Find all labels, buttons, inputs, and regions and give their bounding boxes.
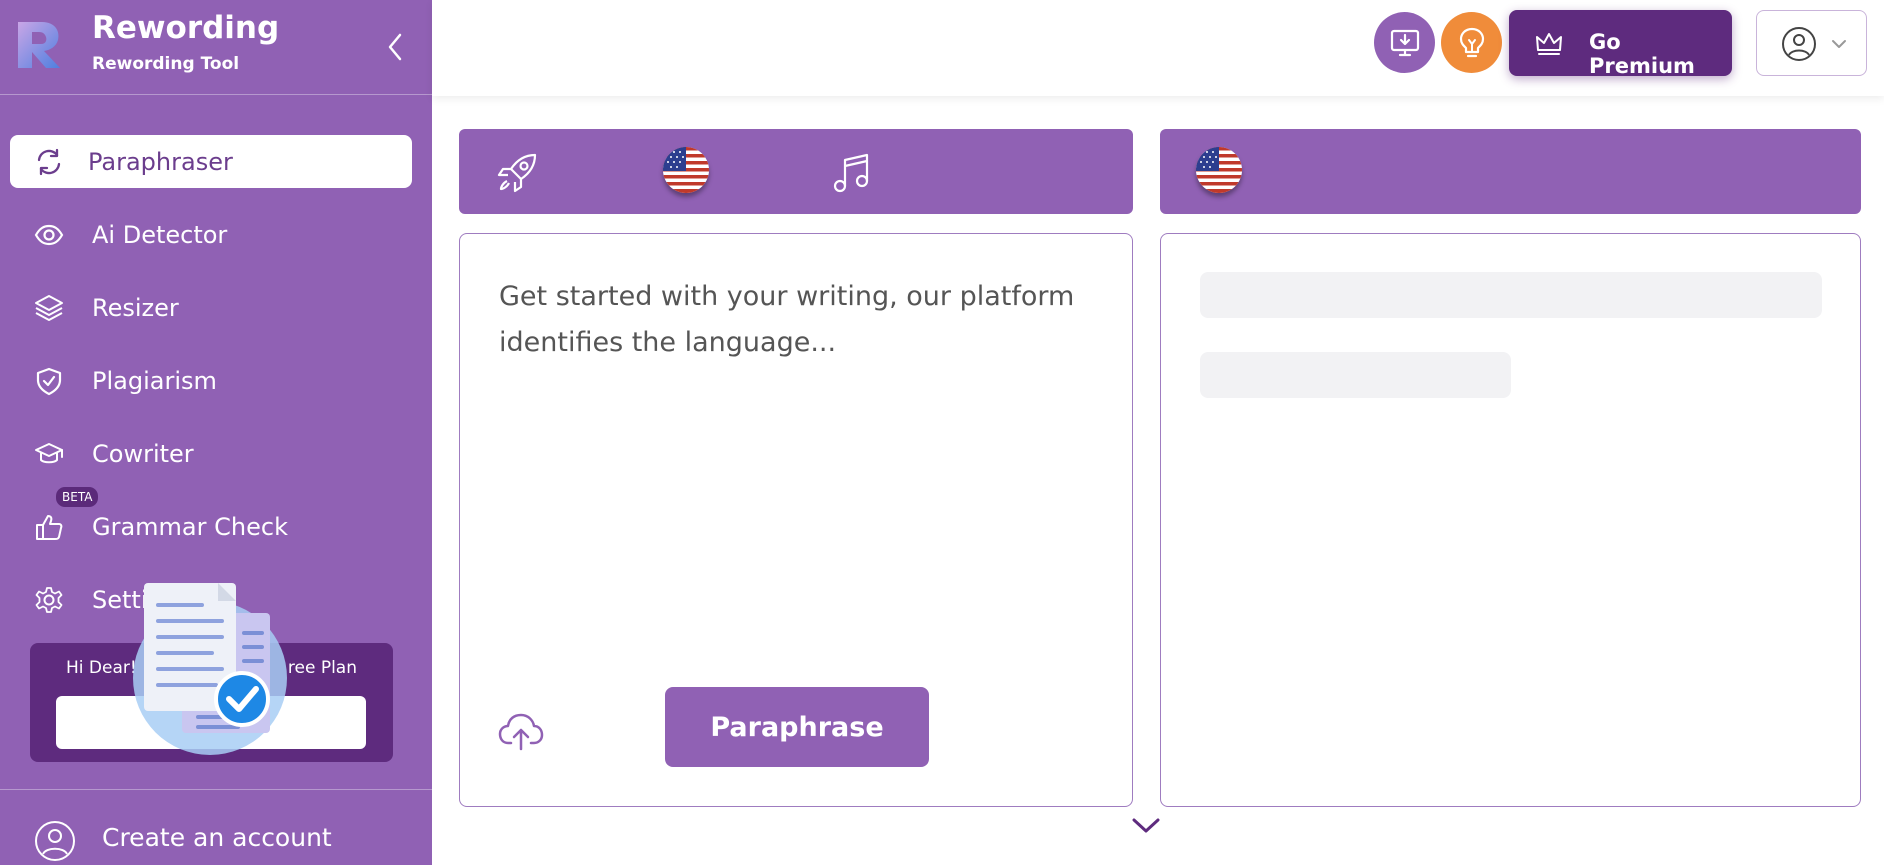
sidebar-item-resizer[interactable]: Resizer [10,281,412,334]
chevron-down-icon[interactable] [1131,815,1161,837]
collapse-sidebar-button[interactable] [380,30,410,64]
go-premium-label: Go Premium [1589,30,1695,78]
output-toolbar [1160,129,1861,214]
input-language-flag-us[interactable] [663,147,709,193]
monitor-download-icon [1390,29,1419,56]
sidebar-item-cowriter[interactable]: Cowriter [10,427,412,480]
input-text-area[interactable]: Get started with your writing, our platf… [499,274,1099,366]
sidebar-item-label: Cowriter [92,439,194,468]
loading-skeleton-line [1200,352,1511,398]
crown-icon [1536,33,1562,55]
tips-button[interactable] [1441,12,1502,73]
layers-icon [35,295,63,321]
sidebar-item-label: Paraphraser [88,147,233,176]
refresh-icon [37,148,61,176]
rewording-logo[interactable] [12,16,68,72]
input-panel: Get started with your writing, our platf… [459,233,1133,807]
cloud-upload-icon[interactable] [498,709,544,753]
sidebar-item-label: Grammar Check [92,512,288,541]
chevron-down-icon [1832,40,1846,48]
document-check-illustration [133,583,287,755]
gear-icon [35,587,63,613]
create-account-button[interactable]: Create an account [0,789,432,865]
top-bar: Go Premium [432,0,1884,96]
brand-name: Rewording [92,10,280,46]
music-note-icon [833,153,869,193]
loading-skeleton-line [1200,272,1822,318]
us-flag-icon [1196,147,1242,193]
install-app-button[interactable] [1374,12,1435,73]
plan-greeting: Hi Dear! [66,658,137,678]
eye-icon [34,224,64,246]
tone-selector-button[interactable] [828,148,876,196]
user-circle-icon [35,821,75,861]
rocket-icon [497,153,537,193]
graduation-cap-icon [35,443,63,464]
sidebar-item-plagiarism[interactable]: Plagiarism [10,354,412,407]
sidebar-item-paraphraser[interactable]: Paraphraser [10,135,412,188]
us-flag-icon [663,147,709,193]
go-premium-button[interactable]: Go Premium [1509,10,1732,78]
brand-subtitle: Rewording Tool [92,54,240,74]
sidebar-item-label: Resizer [92,293,179,322]
paraphrase-button[interactable]: Paraphrase [665,687,929,767]
plan-name: ree Plan [287,658,357,678]
sidebar-item-grammar-check[interactable]: BETA Grammar Check [10,487,412,553]
sidebar-item-ai-detector[interactable]: Ai Detector [10,208,412,261]
sidebar: Rewording Rewording Tool Paraphraser Ai … [0,0,432,865]
thumbs-up-icon [36,515,63,540]
account-menu-button[interactable] [1756,10,1867,76]
brand-header: Rewording Rewording Tool [0,0,432,95]
sidebar-item-label: Ai Detector [92,220,228,249]
mode-selector-button[interactable] [494,148,542,196]
user-circle-icon [1782,27,1816,61]
input-toolbar [459,129,1133,214]
shield-check-icon [36,367,62,396]
lightbulb-icon [1459,27,1484,57]
sidebar-item-label: Plagiarism [92,366,217,395]
output-panel [1160,233,1861,807]
create-account-label: Create an account [102,823,332,852]
chevron-left-icon [388,33,402,61]
output-language-flag-us[interactable] [1196,147,1242,193]
beta-badge: BETA [56,487,99,507]
